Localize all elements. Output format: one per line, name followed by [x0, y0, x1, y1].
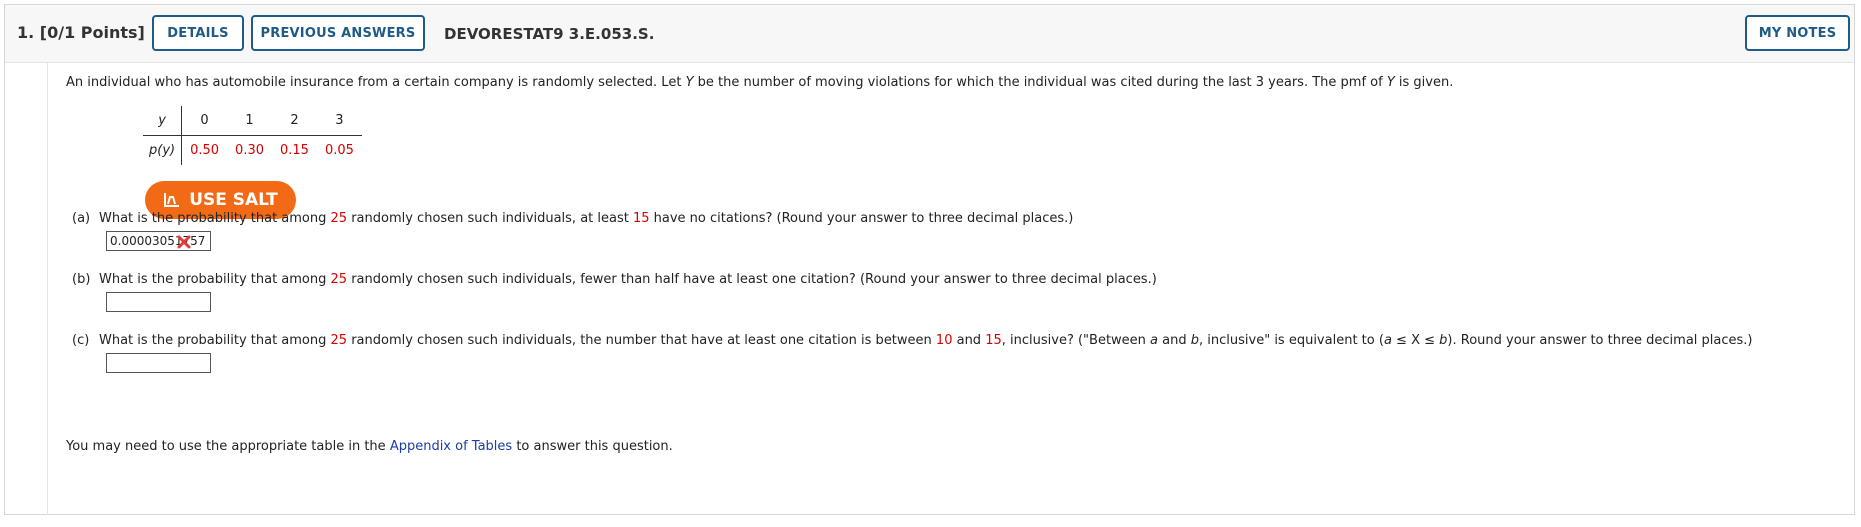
pmf-y-header: y: [143, 106, 183, 136]
part-c-text-4: , inclusive? ("Between: [1001, 333, 1151, 348]
part-c-answer-input[interactable]: [106, 353, 211, 373]
question-body: An individual who has automobile insuran…: [47, 63, 1854, 515]
my-notes-button[interactable]: MY NOTES: [1745, 15, 1850, 51]
part-c-var-b: b: [1190, 333, 1200, 348]
part-c-text-2: randomly chosen such individuals, the nu…: [347, 333, 936, 348]
part-a-k: 15: [632, 211, 650, 226]
details-button[interactable]: DETAILS: [152, 15, 244, 51]
part-b-label: (b): [72, 272, 91, 287]
part-a-text-1: What is the probability that among: [99, 211, 331, 226]
pmf-p-0: 0.50: [190, 143, 220, 158]
assignment-code: DEVORESTAT9 3.E.053.S.: [444, 25, 655, 43]
part-a-text-2: randomly chosen such individuals, at lea…: [347, 211, 633, 226]
var-y: Y: [685, 75, 694, 90]
part-c-n: 25: [330, 333, 348, 348]
question-number: 1. [0/1 Points]: [17, 23, 145, 42]
pmf-p-header: p(y): [143, 135, 183, 165]
problem-intro: An individual who has automobile insuran…: [66, 75, 1453, 90]
question-card: 1. [0/1 Points] DETAILS PREVIOUS ANSWERS…: [4, 4, 1855, 515]
part-b-answer-input[interactable]: [106, 292, 211, 312]
part-b-n: 25: [330, 272, 348, 287]
part-c-hi: 15: [985, 333, 1002, 348]
part-b-question: (b) What is the probability that among 25…: [72, 272, 1157, 287]
intro-text-2: be the number of moving violations for w…: [693, 75, 1387, 90]
pmf-y-0: 0: [181, 106, 228, 136]
question-index: 1.: [17, 23, 35, 42]
points-label: [0/1 Points]: [39, 23, 145, 42]
pmf-p-1: 0.30: [235, 143, 264, 158]
appendix-of-tables-link[interactable]: Appendix of Tables: [390, 439, 512, 454]
part-a-n: 25: [330, 211, 348, 226]
pmf-y-2: 2: [272, 106, 317, 136]
intro-text-1: An individual who has automobile insuran…: [66, 75, 686, 90]
part-c-text-5: and: [1158, 333, 1191, 348]
intro-text-3: is given.: [1394, 75, 1454, 90]
pmf-y-1: 1: [227, 106, 272, 136]
question-header: 1. [0/1 Points] DETAILS PREVIOUS ANSWERS…: [5, 5, 1854, 63]
part-b-text-1: What is the probability that among: [99, 272, 331, 287]
part-a-label: (a): [72, 211, 91, 226]
var-y-2: Y: [1386, 75, 1395, 90]
part-a-answer-input[interactable]: [106, 231, 211, 251]
part-b-text-2: randomly chosen such individuals, fewer …: [347, 272, 1157, 287]
previous-answers-button[interactable]: PREVIOUS ANSWERS: [251, 15, 425, 51]
pmf-table: y 0 1 2 3 p(y) 0.50 0.30 0.15 0.05: [143, 106, 362, 165]
salt-chart-icon: [164, 193, 180, 207]
part-c-var-a: a: [1150, 333, 1159, 348]
py-label: p(y): [149, 143, 176, 158]
part-a-text-3: have no citations? (Round your answer to…: [649, 211, 1074, 226]
pmf-row-y: y 0 1 2 3: [143, 106, 362, 136]
pmf-row-p: p(y) 0.50 0.30 0.15 0.05: [143, 135, 362, 165]
part-c-text-7: ≤ X ≤: [1391, 333, 1440, 348]
part-c-lo: 10: [935, 333, 953, 348]
footer-text-2: to answer this question.: [512, 439, 673, 454]
part-a-question: (a) What is the probability that among 25…: [72, 211, 1073, 226]
pmf-y-3: 3: [316, 106, 362, 136]
pmf-p-2: 0.15: [280, 143, 309, 158]
pmf-p-3: 0.05: [324, 143, 354, 158]
part-c-var-a-2: a: [1383, 333, 1392, 348]
part-c-text-1: What is the probability that among: [99, 333, 331, 348]
use-salt-label: USE SALT: [189, 190, 278, 210]
incorrect-x-icon: [177, 235, 191, 249]
footer-text-1: You may need to use the appropriate tabl…: [66, 439, 390, 454]
part-c-text-6: , inclusive" is equivalent to (: [1199, 333, 1384, 348]
part-c-text-8: ). Round your answer to three decimal pl…: [1447, 333, 1753, 348]
part-c-text-3: and: [952, 333, 986, 348]
footer-note: You may need to use the appropriate tabl…: [66, 439, 673, 454]
part-c-label: (c): [72, 333, 90, 348]
part-c-question: (c) What is the probability that among 25…: [72, 333, 1753, 348]
